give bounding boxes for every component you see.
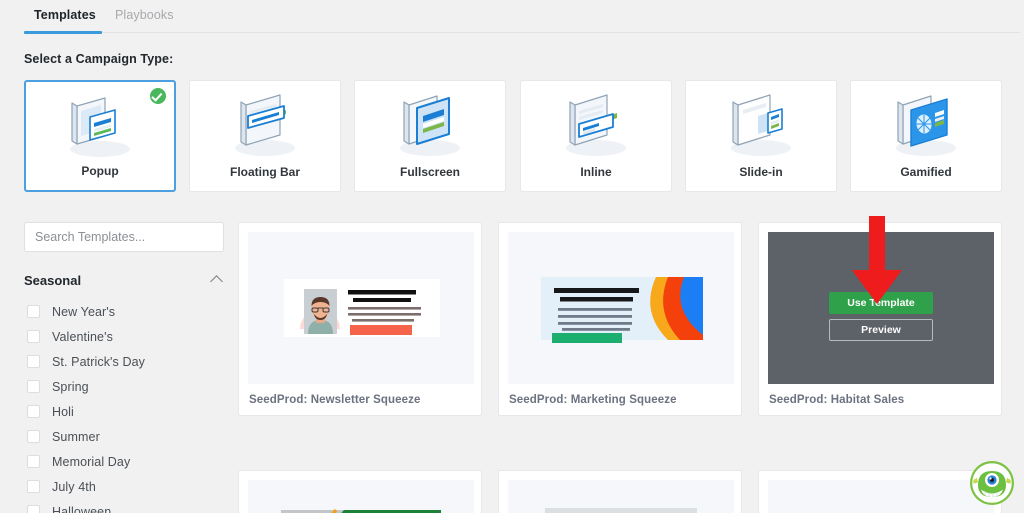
templates-page: Templates Playbooks Select a Campaign Ty… [0,0,1024,513]
preview-button[interactable]: Preview [829,319,933,341]
filter-item-memorial-day[interactable]: Memorial Day [24,449,224,474]
campaign-type-label: Popup [81,164,119,178]
checkbox-icon[interactable] [27,480,40,493]
template-card-row2-3[interactable] [758,470,1002,513]
campaign-type-fullscreen[interactable]: Fullscreen [354,80,506,192]
template-card-title: SeedProd: Marketing Squeeze [509,394,677,406]
page-title: Select a Campaign Type: [24,52,174,66]
fullscreen-isometric-icon [400,95,460,156]
selected-check-icon [150,88,166,104]
filter-item-label: New Year's [52,304,116,319]
tab-playbooks[interactable]: Playbooks [113,4,176,31]
inline-isometric-icon [566,94,626,156]
filter-item-label: Holi [52,404,74,419]
template-card-row2-2[interactable] [498,470,742,513]
filter-item-st-patricks-day[interactable]: St. Patrick's Day [24,349,224,374]
template-thumbnail [508,232,734,384]
filter-item-new-years[interactable]: New Year's [24,299,224,324]
template-thumbnail [508,480,734,513]
filter-item-holi[interactable]: Holi [24,399,224,424]
template-card-row2-1[interactable] [238,470,482,513]
filter-sidebar: Seasonal New Year's Valentine's St. Patr… [24,222,224,513]
row2-preview-2 [545,508,697,513]
filter-item-label: Valentine's [52,329,113,344]
filter-item-label: Memorial Day [52,454,131,469]
row2-preview-1 [281,508,441,513]
filter-item-label: Spring [52,379,89,394]
campaign-type-floating-bar[interactable]: Floating Bar [189,80,341,192]
checkbox-icon[interactable] [27,330,40,343]
marketing-squeeze-preview [541,277,703,343]
campaign-type-gamified[interactable]: Gamified [850,80,1002,192]
template-card-title: SeedProd: Habitat Sales [769,394,905,406]
filter-item-spring[interactable]: Spring [24,374,224,399]
floating-bar-isometric-icon [235,94,295,156]
tab-templates[interactable]: Templates [32,4,98,31]
slide-in-isometric-icon [731,94,791,156]
active-tab-indicator [24,31,102,34]
filter-item-list: New Year's Valentine's St. Patrick's Day… [24,299,224,513]
filter-item-label: Summer [52,429,100,444]
checkbox-icon[interactable] [27,355,40,368]
chevron-up-icon[interactable] [210,275,223,288]
search-input[interactable] [24,222,224,252]
checkbox-icon[interactable] [27,380,40,393]
checkbox-icon[interactable] [27,405,40,418]
tab-bar: Templates Playbooks [0,0,1024,34]
campaign-type-label: Inline [580,165,612,179]
campaign-type-inline[interactable]: Inline [520,80,672,192]
monster-chat-avatar-icon[interactable] [970,461,1014,505]
popup-isometric-icon [70,97,130,157]
campaign-type-label: Gamified [900,165,952,179]
campaign-type-label: Floating Bar [229,165,300,179]
template-grid: SeedProd: Newsletter Squeeze SeedProd: M… [238,222,1004,513]
template-card-title: SeedProd: Newsletter Squeeze [249,394,421,406]
filter-item-label: Halloween [52,504,112,513]
campaign-type-label: Slide-in [739,165,783,179]
newsletter-squeeze-preview [284,279,440,337]
filter-item-summer[interactable]: Summer [24,424,224,449]
use-template-button[interactable]: Use Template [829,292,933,314]
template-card-newsletter-squeeze[interactable]: SeedProd: Newsletter Squeeze [238,222,482,416]
filter-group-title: Seasonal [24,273,82,288]
checkbox-icon[interactable] [27,430,40,443]
gamified-isometric-icon [896,95,956,156]
template-card-marketing-squeeze[interactable]: SeedProd: Marketing Squeeze [498,222,742,416]
filter-item-label: July 4th [52,479,96,494]
filter-item-label: St. Patrick's Day [52,354,145,369]
checkbox-icon[interactable] [27,455,40,468]
campaign-type-popup[interactable]: Popup [24,80,176,192]
campaign-type-slide-in[interactable]: Slide-in [685,80,837,192]
template-thumbnail [248,480,474,513]
filter-item-halloween[interactable]: Halloween [24,499,224,513]
checkbox-icon[interactable] [27,305,40,318]
template-hover-overlay: Use Template Preview [768,232,994,384]
filter-item-july-4th[interactable]: July 4th [24,474,224,499]
row2-preview-3 [778,490,984,513]
filter-group-seasonal[interactable]: Seasonal [24,272,224,290]
template-thumbnail [768,480,994,513]
template-card-habitat-sales[interactable]: Use Template Preview SeedProd: Habitat S… [758,222,1002,416]
campaign-type-list: Popup Floating Bar Fullscreen Inline Sli… [24,80,1004,192]
template-thumbnail [248,232,474,384]
campaign-type-label: Fullscreen [399,165,461,179]
tab-divider [24,32,1020,33]
filter-item-valentines[interactable]: Valentine's [24,324,224,349]
checkbox-icon[interactable] [27,505,40,513]
